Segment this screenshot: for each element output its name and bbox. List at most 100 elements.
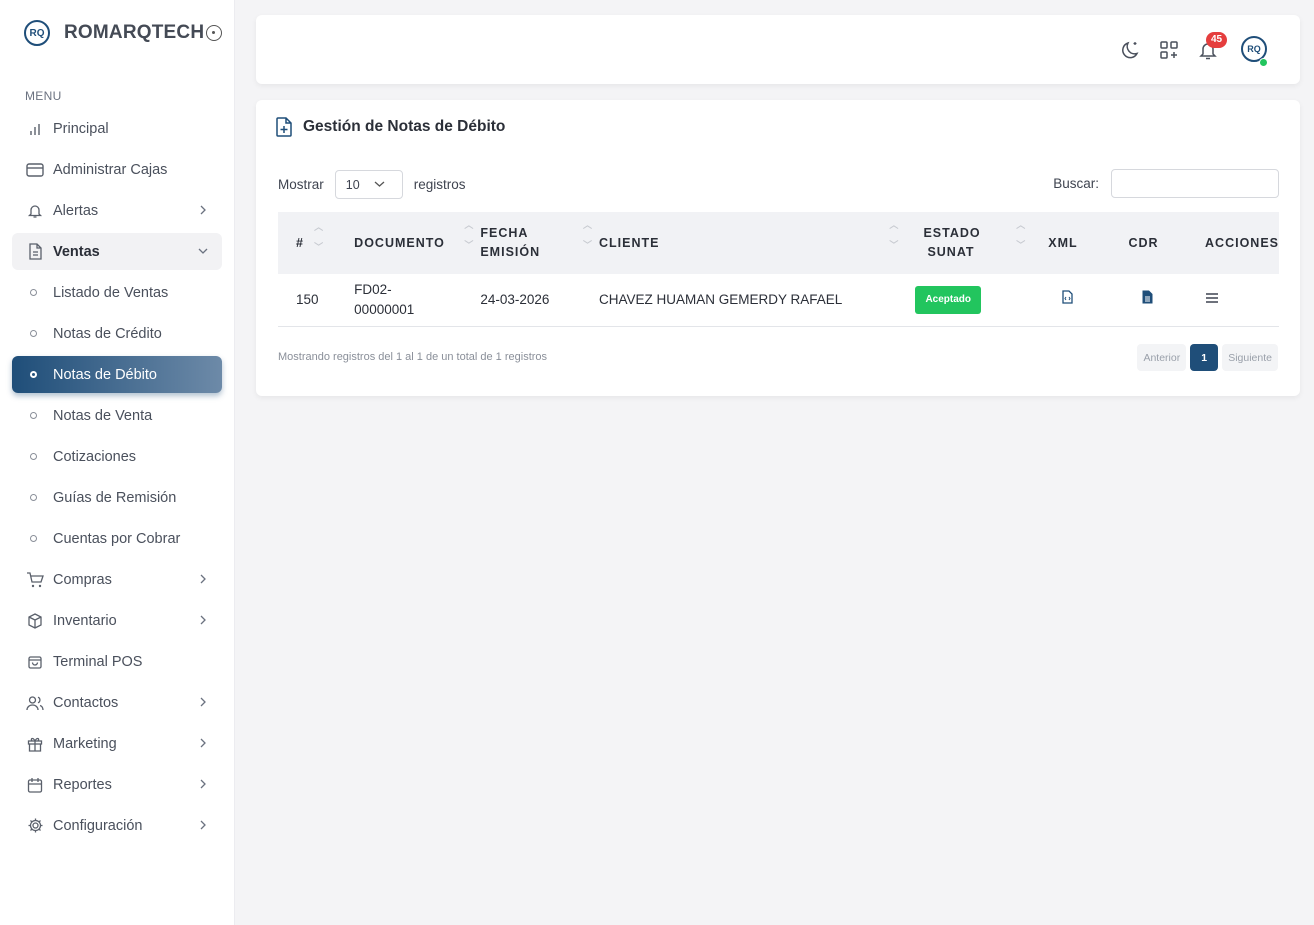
sidebar-subitem-cotizaciones[interactable]: Cotizaciones <box>12 438 222 475</box>
sidebar-item-alertas[interactable]: Alertas <box>12 192 222 229</box>
sidebar-item-label: Terminal POS <box>53 653 143 670</box>
chevron-right-icon <box>200 820 206 830</box>
search-label: Buscar: <box>1053 176 1099 191</box>
sidebar-item-label: Inventario <box>53 612 117 629</box>
xml-file-icon[interactable] <box>1062 290 1073 304</box>
pagination-page-1[interactable]: 1 <box>1190 344 1219 371</box>
circle-bullet-icon <box>30 453 37 460</box>
cell-documento: FD02- 00000001 <box>354 274 481 327</box>
column-header-cliente[interactable]: CLIENTE ︿ ﹀ <box>598 212 906 274</box>
sidebar-item-configuracion[interactable]: Configuración <box>12 807 222 844</box>
cell-number: 150 <box>278 274 355 327</box>
moon-icon[interactable] <box>1120 39 1142 61</box>
debit-notes-table: # ︿ ﹀ DOCUMENTO ︿ ﹀ FECHA EMISIÓN ︿ ﹀ CLIEN… <box>278 212 1279 327</box>
sidebar-item-inventario[interactable]: Inventario <box>12 602 222 639</box>
sidebar-subitem-label: Notas de Venta <box>53 407 153 424</box>
page-length-control: Mostrar 10 registros <box>278 170 466 199</box>
chevron-right-icon <box>200 615 206 625</box>
column-header-cdr: CDR <box>1111 212 1180 274</box>
sidebar-item-contactos[interactable]: Contactos <box>12 684 222 721</box>
search-control: Buscar: <box>1053 169 1279 198</box>
circle-bullet-icon <box>30 289 37 296</box>
sidebar-subitem-listado-ventas[interactable]: Listado de Ventas <box>12 274 222 311</box>
sidebar-item-principal[interactable]: Principal <box>12 110 222 147</box>
sidebar-item-terminal-pos[interactable]: Terminal POS <box>12 643 222 680</box>
cell-cliente: CHAVEZ HUAMAN GEMERDY RAFAEL <box>598 274 906 327</box>
table-info: Mostrando registros del 1 al 1 de un tot… <box>278 351 548 363</box>
sidebar-toggle-icon[interactable] <box>206 25 223 41</box>
sidebar-item-label: Administrar Cajas <box>53 161 168 178</box>
sidebar-item-ventas[interactable]: Ventas <box>12 233 222 270</box>
table-header-row: # ︿ ﹀ DOCUMENTO ︿ ﹀ FECHA EMISIÓN ︿ ﹀ CLIEN… <box>278 212 1279 274</box>
status-badge: Aceptado <box>915 285 981 314</box>
pagination-next[interactable]: Siguiente <box>1222 344 1278 371</box>
box-icon <box>26 612 44 630</box>
sort-icon: ︿ ﹀ <box>889 220 900 250</box>
sidebar-item-label: Marketing <box>53 735 117 752</box>
column-header-documento[interactable]: DOCUMENTO ︿ ﹀ <box>354 212 481 274</box>
chevron-right-icon <box>200 779 206 789</box>
shopping-bag-icon <box>26 653 44 671</box>
brand[interactable]: RQ ROMARQTECH <box>24 20 223 46</box>
sidebar-subitem-label: Notas de Débito <box>53 366 157 383</box>
column-header-xml: XML <box>1032 212 1112 274</box>
page-size-select[interactable]: 10 <box>334 170 403 199</box>
sidebar-item-compras[interactable]: Compras <box>12 561 222 598</box>
circle-bullet-icon <box>30 412 37 419</box>
menu-icon[interactable] <box>1205 292 1219 304</box>
column-header-fecha-emision[interactable]: FECHA EMISIÓN ︿ ﹀ <box>480 212 599 274</box>
search-input[interactable] <box>1111 169 1279 198</box>
cdr-file-icon[interactable] <box>1142 290 1153 304</box>
pagination-prev[interactable]: Anterior <box>1137 344 1187 371</box>
sidebar-subitem-notas-credito[interactable]: Notas de Crédito <box>12 315 222 352</box>
sort-icon: ︿ ﹀ <box>582 220 593 250</box>
brand-name: ROMARQTECH <box>64 22 205 43</box>
page-size-value: 10 <box>345 177 360 192</box>
chevron-down-icon <box>198 248 208 254</box>
online-status-dot <box>1259 58 1268 67</box>
sidebar-subitem-label: Cotizaciones <box>53 448 137 465</box>
credit-card-icon <box>26 161 44 179</box>
sidebar-subitem-notas-debito[interactable]: Notas de Débito <box>12 356 222 393</box>
gift-icon <box>26 735 44 753</box>
sidebar: RQ ROMARQTECH MENU Principal Administrar… <box>0 0 235 925</box>
chevron-down-icon <box>374 181 385 187</box>
sidebar-item-label: Contactos <box>53 694 119 711</box>
brand-logo: RQ <box>24 20 50 46</box>
topbar: 45 RQ <box>256 15 1300 84</box>
column-header-number[interactable]: # ︿ ﹀ <box>278 212 355 274</box>
menu-label: MENU <box>25 89 62 103</box>
sidebar-item-administrar-cajas[interactable]: Administrar Cajas <box>12 151 222 188</box>
sort-icon: ︿ ﹀ <box>1016 220 1027 250</box>
notification-badge: 45 <box>1206 32 1228 48</box>
page-title-text: Gestión de Notas de Débito <box>303 118 506 135</box>
sidebar-item-reportes[interactable]: Reportes <box>12 766 222 803</box>
sidebar-subitem-label: Cuentas por Cobrar <box>53 530 181 547</box>
circle-bullet-icon <box>30 330 37 337</box>
cell-xml <box>1032 274 1112 327</box>
chevron-right-icon <box>200 697 206 707</box>
sidebar-subitem-notas-venta[interactable]: Notas de Venta <box>12 397 222 434</box>
gear-icon <box>26 817 44 835</box>
document-icon <box>26 243 44 261</box>
file-plus-icon <box>276 117 292 137</box>
apps-grid-icon[interactable] <box>1158 39 1180 61</box>
column-header-acciones: ACCIONES <box>1179 212 1279 274</box>
sidebar-item-label: Compras <box>53 571 112 588</box>
sidebar-item-label: Ventas <box>53 243 100 260</box>
chevron-right-icon <box>200 205 206 215</box>
page-title: Gestión de Notas de Débito <box>275 117 505 137</box>
sidebar-item-label: Alertas <box>53 202 99 219</box>
column-header-estado-sunat[interactable]: ESTADO SUNAT ︿ ﹀ <box>905 212 1033 274</box>
cell-estado: Aceptado <box>905 274 1033 327</box>
users-icon <box>26 694 44 712</box>
chevron-right-icon <box>200 738 206 748</box>
sidebar-item-marketing[interactable]: Marketing <box>12 725 222 762</box>
sidebar-item-label: Principal <box>53 120 109 137</box>
show-label: Mostrar <box>278 177 324 192</box>
bar-chart-icon <box>26 120 44 138</box>
sidebar-subitem-cuentas-cobrar[interactable]: Cuentas por Cobrar <box>12 520 222 557</box>
sidebar-subitem-guias-remision[interactable]: Guías de Remisión <box>12 479 222 516</box>
sidebar-nav: Principal Administrar Cajas Alertas Vent… <box>12 110 222 848</box>
circle-bullet-icon <box>30 494 37 501</box>
